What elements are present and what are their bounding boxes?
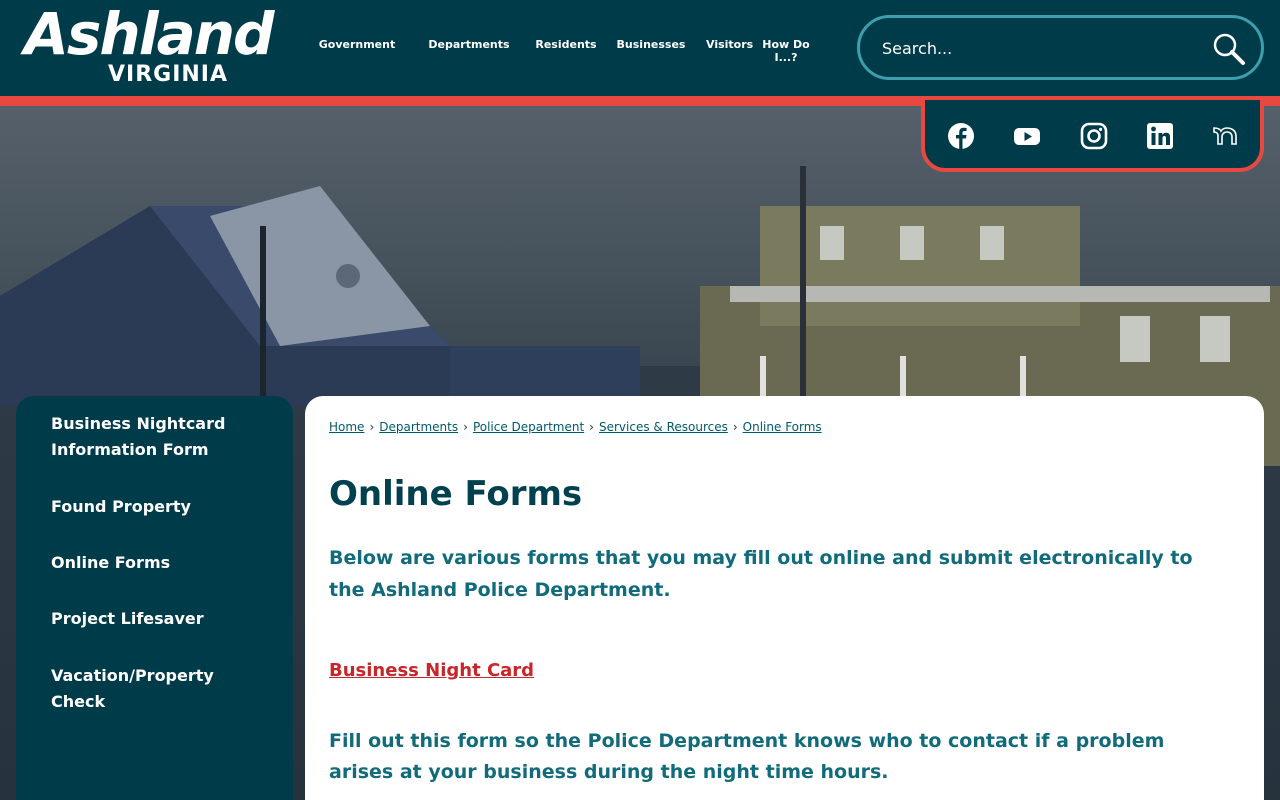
ashland-logo[interactable]: Ashland VIRGINIA xyxy=(24,0,284,92)
logo-name: Ashland xyxy=(24,0,275,68)
logo-subtitle: VIRGINIA xyxy=(108,62,229,87)
breadcrumb: Home › Departments › Police Department ›… xyxy=(329,420,822,434)
page-title: Online Forms xyxy=(329,474,583,514)
sidebar-item-online-forms[interactable]: Online Forms xyxy=(51,550,251,576)
main-nav: Government Departments Residents Busines… xyxy=(310,38,822,64)
nav-visitors[interactable]: Visitors xyxy=(706,38,753,64)
nav-businesses[interactable]: Businesses xyxy=(598,38,704,64)
breadcrumb-home[interactable]: Home xyxy=(329,420,364,434)
breadcrumb-online-forms[interactable]: Online Forms xyxy=(743,420,822,434)
breadcrumb-separator: › xyxy=(732,420,738,434)
sidebar-item-business-nightcard[interactable]: Business Nightcard Information Form xyxy=(51,411,251,463)
linkedin-icon[interactable] xyxy=(1146,122,1174,150)
main-content: Home › Departments › Police Department ›… xyxy=(305,396,1264,800)
breadcrumb-services-resources[interactable]: Services & Resources xyxy=(599,420,728,434)
form-description: Fill out this form so the Police Departm… xyxy=(329,730,1165,783)
nav-departments[interactable]: Departments xyxy=(404,38,534,64)
breadcrumb-police-department[interactable]: Police Department xyxy=(473,420,584,434)
business-night-card-link[interactable]: Business Night Card xyxy=(329,660,534,681)
train-station-illustration xyxy=(0,186,640,406)
breadcrumb-separator: › xyxy=(369,420,375,434)
sidebar-nav: Business Nightcard Information Form Foun… xyxy=(16,396,293,800)
sidebar-item-project-lifesaver[interactable]: Project Lifesaver xyxy=(51,606,251,632)
sidebar-item-found-property[interactable]: Found Property xyxy=(51,494,251,520)
site-header: Ashland VIRGINIA Government Departments … xyxy=(0,0,1280,96)
instagram-icon[interactable] xyxy=(1080,122,1108,150)
social-bar xyxy=(921,100,1264,172)
sidebar-item-vacation-property-check[interactable]: Vacation/Property Check xyxy=(51,663,251,715)
nav-how-do-i[interactable]: How Do I...? xyxy=(750,38,822,64)
breadcrumb-separator: › xyxy=(463,420,468,434)
nav-residents[interactable]: Residents xyxy=(534,38,598,64)
search-icon[interactable] xyxy=(1212,32,1246,66)
nextdoor-icon[interactable] xyxy=(1212,122,1240,150)
search-input[interactable] xyxy=(882,36,1182,60)
nav-government[interactable]: Government xyxy=(310,38,404,64)
youtube-icon[interactable] xyxy=(1013,122,1041,150)
breadcrumb-departments[interactable]: Departments xyxy=(379,420,458,434)
search-box xyxy=(857,15,1264,80)
facebook-icon[interactable] xyxy=(947,122,975,150)
intro-text: Below are various forms that you may fil… xyxy=(329,547,1193,601)
breadcrumb-separator: › xyxy=(589,420,594,434)
